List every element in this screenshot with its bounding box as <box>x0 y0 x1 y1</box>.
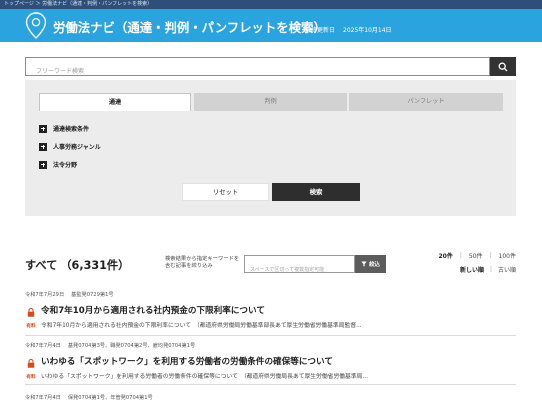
condition-toggle-search-conditions[interactable]: 通達検索条件 <box>39 124 89 133</box>
breadcrumb[interactable]: トップページ ＞ 労働法ナビ（通達・判例・パンフレットを検索） <box>4 0 152 9</box>
condition-label: 法令分野 <box>53 162 78 169</box>
per-page-50[interactable]: 50件 <box>469 251 483 260</box>
search-box <box>25 57 490 80</box>
page-header: 労働法ナビ（通達・判例・パンフレットを検索） 最終更新日 2025年10月14日 <box>0 9 542 42</box>
refine-box <box>244 255 355 278</box>
result-date: 令和7年7月4日 <box>25 395 61 401</box>
last-updated-label: 最終更新日 <box>305 27 336 34</box>
condition-label: 人事労務ジャンル <box>53 144 101 151</box>
divider: | <box>459 252 462 259</box>
per-page-100[interactable]: 100件 <box>499 251 516 260</box>
result-snippet: いわゆる「スポットワーク」を利用する労働者の労働条件の確保等について （都道府県… <box>41 374 368 380</box>
plus-icon <box>39 142 47 151</box>
paid-label: 有料 <box>26 375 36 380</box>
breadcrumb-bar: トップページ ＞ 労働法ナビ（通達・判例・パンフレットを検索） <box>0 0 542 9</box>
per-page-20[interactable]: 20件 <box>438 251 452 260</box>
paid-label: 有料 <box>26 324 36 329</box>
search-button[interactable] <box>490 57 516 76</box>
refine-input[interactable] <box>245 262 354 278</box>
condition-toggle-law-field[interactable]: 法令分野 <box>39 160 77 169</box>
result-meta: 令和7年7月29日 基監発0729第1号 <box>25 291 114 298</box>
sort-newest[interactable]: 新しい順 <box>460 265 484 274</box>
paid-badge: 有料 <box>25 302 37 329</box>
divider: | <box>489 266 492 273</box>
result-meta: 令和7年7月4日 基発0704第3号、職発0704第2号、雇均発0704第1号 <box>25 342 195 349</box>
tab-hanrei[interactable]: 判例 <box>194 93 347 111</box>
condition-label: 通達検索条件 <box>53 126 90 133</box>
result-meta: 令和7年7月4日 保発0704第1号、年管発0704第1号 <box>25 394 153 401</box>
result-code: 基監発0729第1号 <box>71 292 114 298</box>
paid-badge: 有料 <box>25 353 37 380</box>
results-heading: すべて <box>25 259 58 272</box>
map-pin-icon <box>25 12 47 39</box>
filter-search-button[interactable]: 検索 <box>272 183 360 201</box>
sort-selector: 新しい順 | 古い順 <box>460 265 516 274</box>
tab-pamphlet[interactable]: パンフレット <box>349 93 503 111</box>
tab-tsutatsu[interactable]: 通達 <box>39 93 191 111</box>
result-item[interactable]: 有料 いわゆる「スポットワーク」を利用する労働者の労働条件の確保等について いわ… <box>25 353 516 385</box>
lock-icon <box>27 358 35 368</box>
result-date: 令和7年7月4日 <box>25 343 61 349</box>
filter-icon <box>361 261 367 267</box>
search-input[interactable] <box>26 63 489 80</box>
sort-oldest[interactable]: 古い順 <box>498 265 516 274</box>
page-title: 労働法ナビ（通達・判例・パンフレットを検索） <box>53 20 326 35</box>
per-page-selector: 20件 | 50件 | 100件 <box>438 251 516 260</box>
result-item[interactable]: 有料 令和7年10月から適用される社内預金の下限利率について 令和7年10月から… <box>25 302 516 336</box>
last-updated: 最終更新日 2025年10月14日 <box>305 25 392 34</box>
result-code: 保発0704第1号、年管発0704第1号 <box>67 395 153 401</box>
result-code: 基発0704第3号、職発0704第2号、雇均発0704第1号 <box>67 343 196 349</box>
refine-button-label: 絞込 <box>369 262 380 268</box>
plus-icon <box>39 160 47 169</box>
reset-button[interactable]: リセット <box>182 183 269 201</box>
search-icon <box>498 62 508 71</box>
refine-label: 検索結果から指定キーワードを含む記事を絞り込み <box>165 256 240 269</box>
divider: | <box>489 252 492 259</box>
refine-button[interactable]: 絞込 <box>355 255 386 273</box>
condition-toggle-hr-genre[interactable]: 人事労務ジャンル <box>39 142 101 151</box>
result-title[interactable]: いわゆる「スポットワーク」を利用する労働者の労働条件の確保等について <box>41 355 333 367</box>
result-title[interactable]: 令和7年10月から適用される社内預金の下限利率について <box>41 304 265 316</box>
lock-icon <box>27 307 35 317</box>
last-updated-date: 2025年10月14日 <box>343 27 392 34</box>
result-date: 令和7年7月29日 <box>25 292 65 298</box>
results-total: （6,331件） <box>60 259 130 272</box>
plus-icon <box>39 124 47 133</box>
result-snippet: 令和7年10月から適用される社内預金の下限利率について （都道府県労働局労働基準… <box>41 323 362 329</box>
results-count: すべて （6,331件） <box>25 257 129 273</box>
